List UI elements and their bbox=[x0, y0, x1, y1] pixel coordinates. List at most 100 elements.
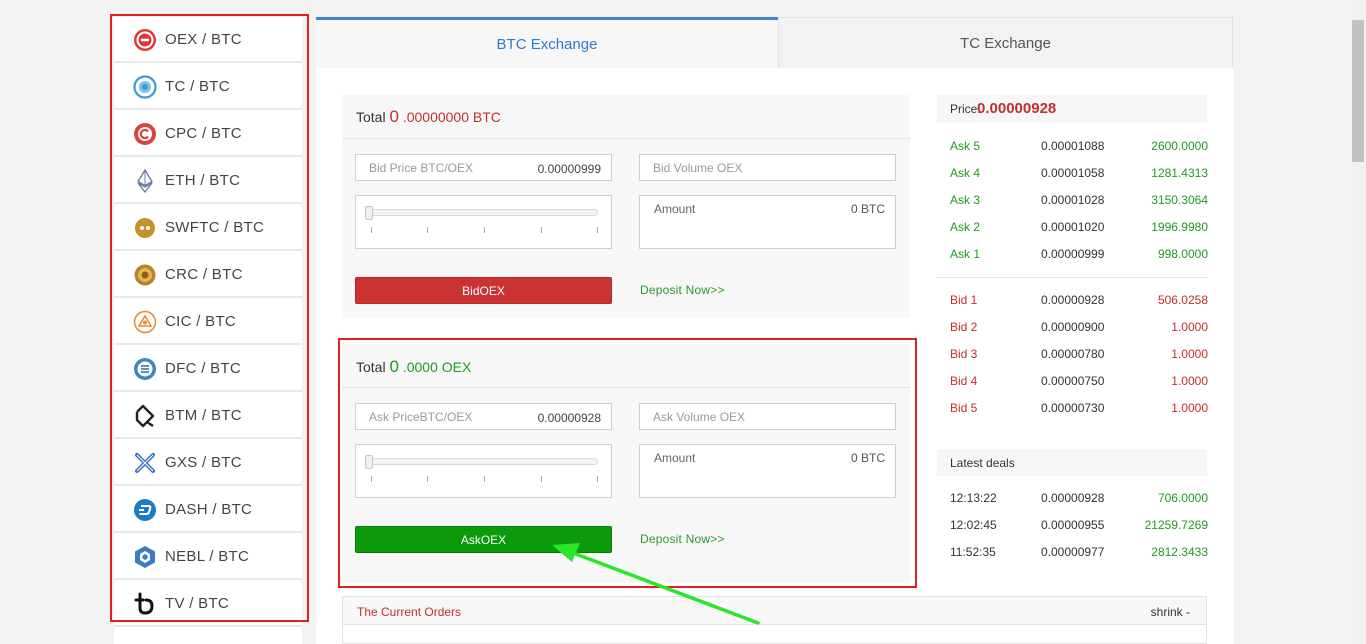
bid-total-dec: .00000000 BTC bbox=[398, 109, 501, 125]
ask-slider-track[interactable] bbox=[366, 458, 598, 465]
ask-amount-value: 0 BTC bbox=[850, 451, 885, 465]
slider-tick bbox=[371, 476, 372, 482]
sidebar-item-label: ETH / BTC bbox=[165, 172, 241, 189]
orderbook-divider bbox=[937, 277, 1207, 278]
sidebar-item-btm-btc[interactable]: BTM / BTC bbox=[114, 393, 302, 439]
tab-tc-exchange[interactable]: TC Exchange bbox=[778, 17, 1233, 68]
sidebar-item-label: CIC / BTC bbox=[165, 313, 237, 330]
dash-coin-icon bbox=[134, 499, 156, 521]
ask-volume-input[interactable]: Ask Volume OEX bbox=[639, 403, 896, 430]
btm-coin-icon bbox=[135, 404, 155, 428]
latest-deals-label: Latest deals bbox=[950, 456, 1015, 470]
sidebar-item-label: SWFTC / BTC bbox=[165, 219, 265, 236]
ask-amount-label: Amount bbox=[654, 451, 696, 465]
ask-row[interactable]: Ask 5 0.00001088 2600.0000 bbox=[950, 139, 1208, 155]
bid-volume-input[interactable]: Bid Volume OEX bbox=[639, 154, 896, 181]
deal-row: 12:02:45 0.00000955 21259.7269 bbox=[950, 518, 1208, 532]
bid-volume-placeholder: Bid Volume OEX bbox=[653, 161, 743, 175]
ask-total-int: 0 bbox=[389, 357, 399, 376]
slider-tick bbox=[371, 227, 372, 233]
deal-row: 12:13:22 0.00000928 706.0000 bbox=[950, 491, 1208, 505]
ask-slider-handle[interactable] bbox=[365, 455, 373, 469]
cic-coin-icon bbox=[133, 310, 157, 334]
latest-deals-header: Latest deals bbox=[937, 449, 1207, 476]
bid-slider-track[interactable] bbox=[366, 209, 598, 216]
price-bar: Price: 0.00000928 bbox=[937, 95, 1207, 123]
eth-coin-icon bbox=[137, 169, 153, 193]
market-sidebar: OEX / BTC TC / BTC CPC / BTC ETH / BTC S… bbox=[114, 17, 302, 644]
ask-button[interactable]: AskOEX bbox=[355, 526, 612, 553]
bid-price-value: 0.00000999 bbox=[537, 162, 601, 176]
bid-button[interactable]: BidOEX bbox=[355, 277, 612, 304]
ask-price-input[interactable]: Ask PriceBTC/OEX 0.00000928 bbox=[355, 403, 612, 430]
sidebar-item-dash-btc[interactable]: DASH / BTC bbox=[114, 487, 302, 533]
price-value: 0.00000928 bbox=[977, 100, 1057, 117]
sidebar-item-eth-btc[interactable]: ETH / BTC bbox=[114, 158, 302, 204]
bid-slider[interactable] bbox=[355, 195, 612, 249]
bid-total: Total 0 .00000000 BTC bbox=[356, 107, 501, 126]
tab-btc-exchange[interactable]: BTC Exchange bbox=[316, 17, 778, 68]
divider bbox=[342, 387, 910, 388]
sidebar-item-label: DFC / BTC bbox=[165, 360, 242, 377]
bid-row[interactable]: Bid 5 0.00000730 1.0000 bbox=[950, 401, 1208, 417]
bid-amount-value: 0 BTC bbox=[850, 202, 885, 216]
sidebar-item-tc-btc[interactable]: TC / BTC bbox=[114, 64, 302, 110]
sidebar-item-cic-btc[interactable]: CIC / BTC bbox=[114, 299, 302, 345]
bid-row[interactable]: Bid 3 0.00000780 1.0000 bbox=[950, 347, 1208, 363]
sidebar-item-oex-btc[interactable]: OEX / BTC bbox=[114, 17, 302, 63]
tab-label: TC Exchange bbox=[960, 34, 1051, 52]
sidebar-item-swftc-btc[interactable]: SWFTC / BTC bbox=[114, 205, 302, 251]
bid-amount-box: Amount 0 BTC bbox=[639, 195, 896, 249]
sidebar-item-label: DASH / BTC bbox=[165, 501, 253, 518]
sidebar-item-label: CRC / BTC bbox=[165, 266, 243, 283]
ask-price-placeholder: Ask PriceBTC/OEX bbox=[369, 410, 473, 424]
sidebar-item-nebl-btc[interactable]: NEBL / BTC bbox=[114, 534, 302, 580]
slider-tick bbox=[541, 227, 542, 233]
bid-slider-handle[interactable] bbox=[365, 206, 373, 220]
ask-total-dec: .0000 OEX bbox=[398, 359, 472, 375]
sidebar-item-crc-btc[interactable]: CRC / BTC bbox=[114, 252, 302, 298]
sidebar-item-label: GXS / BTC bbox=[165, 454, 242, 471]
sidebar-item-label: TV / BTC bbox=[165, 595, 230, 612]
ask-deposit-link[interactable]: Deposit Now>> bbox=[640, 532, 725, 546]
ask-slider[interactable] bbox=[355, 444, 612, 498]
swftc-coin-icon bbox=[135, 218, 155, 238]
ask-volume-placeholder: Ask Volume OEX bbox=[653, 410, 746, 424]
sidebar-item-label: BTM / BTC bbox=[165, 407, 242, 424]
bid-price-input[interactable]: Bid Price BTC/OEX 0.00000999 bbox=[355, 154, 612, 181]
scrollbar-thumb[interactable] bbox=[1352, 20, 1364, 162]
ask-row[interactable]: Ask 3 0.00001028 3150.3064 bbox=[950, 193, 1208, 209]
gxs-coin-icon bbox=[135, 453, 155, 473]
top-strip bbox=[0, 0, 1350, 17]
bid-deposit-link[interactable]: Deposit Now>> bbox=[640, 283, 725, 297]
bid-row[interactable]: Bid 4 0.00000750 1.0000 bbox=[950, 374, 1208, 390]
bid-amount-label: Amount bbox=[654, 202, 696, 216]
ask-total: Total 0 .0000 OEX bbox=[356, 357, 472, 376]
ask-amount-box: Amount 0 BTC bbox=[639, 444, 896, 498]
sidebar-item-gxs-btc[interactable]: GXS / BTC bbox=[114, 440, 302, 486]
bid-price-placeholder: Bid Price BTC/OEX bbox=[369, 161, 474, 175]
sidebar-item-label: CPC / BTC bbox=[165, 125, 242, 142]
ask-row[interactable]: Ask 2 0.00001020 1996.9980 bbox=[950, 220, 1208, 236]
sidebar-item-label: TC / BTC bbox=[165, 78, 230, 95]
current-orders-panel: The Current Orders shrink - bbox=[342, 596, 1207, 644]
slider-tick bbox=[484, 476, 485, 482]
sidebar-item-label: NEBL / BTC bbox=[165, 548, 250, 565]
slider-tick bbox=[484, 227, 485, 233]
bid-row[interactable]: Bid 2 0.00000900 1.0000 bbox=[950, 320, 1208, 336]
slider-tick bbox=[427, 476, 428, 482]
bid-total-int: 0 bbox=[389, 107, 399, 126]
ask-price-value: 0.00000928 bbox=[537, 411, 601, 425]
sidebar-item-tv-btc[interactable]: TV / BTC bbox=[114, 581, 302, 627]
bid-row[interactable]: Bid 1 0.00000928 506.0258 bbox=[950, 293, 1208, 309]
slider-tick bbox=[541, 476, 542, 482]
nebl-coin-icon bbox=[135, 546, 155, 568]
current-orders-header: The Current Orders shrink - bbox=[343, 597, 1206, 625]
ask-row[interactable]: Ask 4 0.00001058 1281.4313 bbox=[950, 166, 1208, 182]
slider-tick bbox=[597, 476, 598, 482]
tab-label: BTC Exchange bbox=[496, 35, 598, 53]
sidebar-item-dfc-btc[interactable]: DFC / BTC bbox=[114, 346, 302, 392]
shrink-toggle[interactable]: shrink - bbox=[1151, 605, 1190, 619]
sidebar-item-cpc-btc[interactable]: CPC / BTC bbox=[114, 111, 302, 157]
ask-row[interactable]: Ask 1 0.00000999 998.0000 bbox=[950, 247, 1208, 263]
